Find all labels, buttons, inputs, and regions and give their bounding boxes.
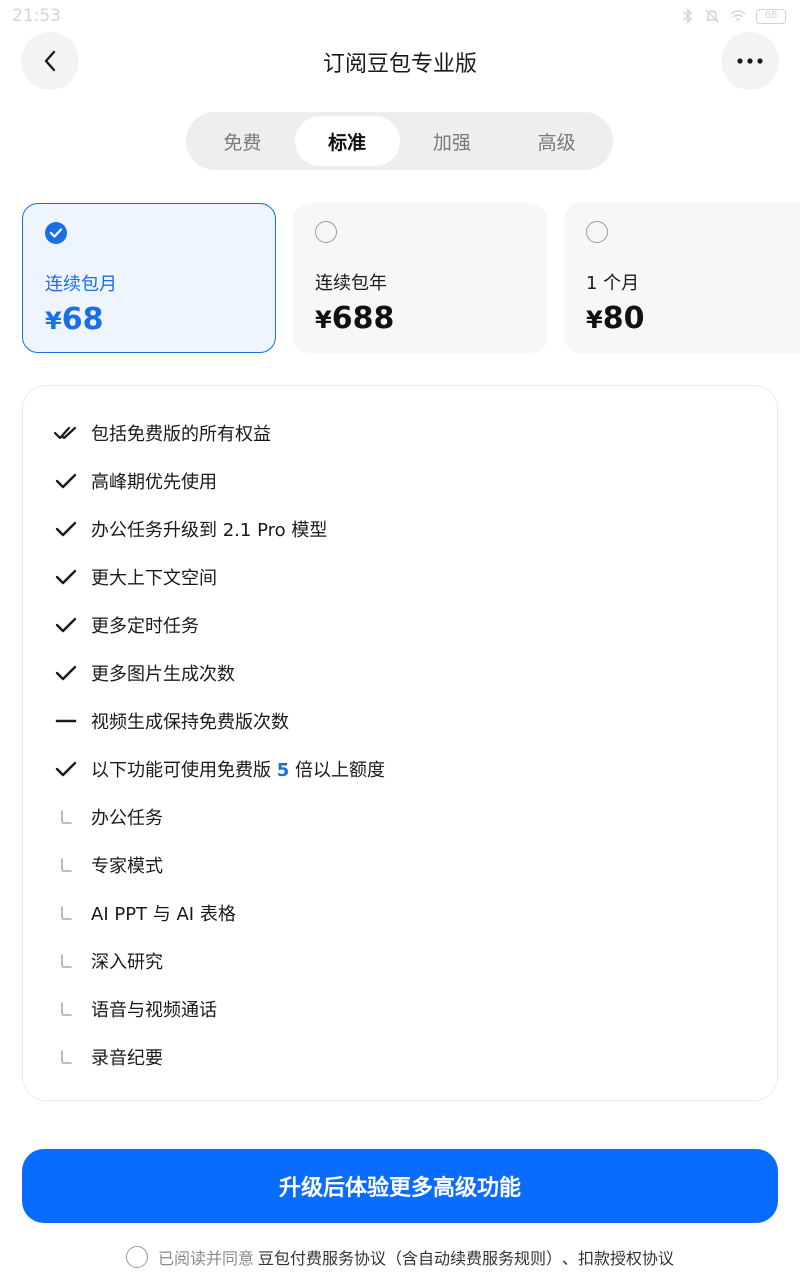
status-icons: 68 <box>682 8 786 24</box>
feature-item: 高峰期优先使用 <box>53 466 217 496</box>
price-value: 688 <box>331 301 395 336</box>
feature-text: 包括免费版的所有权益 <box>91 424 271 445</box>
plan-price: ¥688 <box>315 301 394 336</box>
sub-branch-icon <box>53 900 79 926</box>
plan-card-monthly[interactable]: 连续包月 ¥68 <box>22 203 276 353</box>
tier-tabs: 免费 标准 加强 高级 <box>186 112 613 170</box>
feature-text: 办公任务 <box>91 808 163 829</box>
sub-feature-item: 语音与视频通话 <box>53 994 217 1024</box>
plan-card-one-month[interactable]: 1 个月 ¥80 <box>564 203 800 353</box>
feature-text: 以下功能可使用免费版 5 倍以上额度 <box>91 756 385 782</box>
status-bar: 21:53 68 <box>0 0 800 34</box>
wifi-icon <box>730 10 746 21</box>
tab-standard[interactable]: 标准 <box>294 116 400 166</box>
feature-text: 视频生成保持免费版次数 <box>91 712 289 733</box>
sub-branch-icon <box>53 948 79 974</box>
tab-free[interactable]: 免费 <box>190 116 295 166</box>
agreement-prefix: 已阅读并同意 <box>157 1249 254 1268</box>
check-icon <box>53 660 79 686</box>
radio-checked-icon[interactable] <box>45 222 67 244</box>
plan-name: 连续包月 <box>45 274 117 295</box>
check-icon <box>53 564 79 590</box>
upgrade-button[interactable]: 升级后体验更多高级功能 <box>22 1149 778 1223</box>
plan-price: ¥80 <box>586 301 644 336</box>
plan-name: 连续包年 <box>315 273 387 294</box>
bluetooth-icon <box>683 8 693 24</box>
status-time: 21:53 <box>12 6 61 26</box>
sub-feature-item: AI PPT 与 AI 表格 <box>53 898 236 928</box>
double-check-icon <box>53 420 79 446</box>
radio-unchecked-icon[interactable] <box>586 221 608 243</box>
more-horizontal-icon <box>737 58 763 64</box>
feature-text: 语音与视频通话 <box>91 1000 217 1021</box>
feature-text: 更多定时任务 <box>91 616 199 637</box>
feature-text: 办公任务升级到 2.1 Pro 模型 <box>91 520 328 541</box>
currency-symbol: ¥ <box>315 306 332 334</box>
sub-feature-item: 录音纪要 <box>53 1042 163 1072</box>
agreement-row: 已阅读并同意 豆包付费服务协议（含自动续费服务规则） 、 扣款授权协议 <box>0 1245 800 1269</box>
sub-branch-icon <box>53 996 79 1022</box>
check-icon <box>53 756 79 782</box>
feature-text: 高峰期优先使用 <box>91 472 217 493</box>
mute-icon <box>705 9 719 23</box>
check-icon <box>53 612 79 638</box>
payment-authorization-link[interactable]: 扣款授权协议 <box>578 1245 674 1269</box>
agreement-separator: 、 <box>562 1249 579 1268</box>
sub-feature-item: 专家模式 <box>53 850 163 880</box>
agreement-checkbox[interactable] <box>125 1246 148 1268</box>
more-button[interactable] <box>721 32 779 90</box>
feature-item: 包括免费版的所有权益 <box>53 418 271 448</box>
tab-premium[interactable]: 高级 <box>504 116 609 166</box>
price-value: 80 <box>602 301 645 336</box>
feature-text: 深入研究 <box>91 952 163 973</box>
feature-text-after: 倍以上额度 <box>289 760 385 781</box>
currency-symbol: ¥ <box>586 306 603 334</box>
plan-card-yearly[interactable]: 连续包年 ¥688 <box>293 203 547 353</box>
feature-text: 录音纪要 <box>91 1048 163 1069</box>
sub-feature-item: 深入研究 <box>53 946 163 976</box>
battery-icon: 68 <box>756 8 786 24</box>
feature-item: 更大上下文空间 <box>53 562 217 592</box>
feature-item: 以下功能可使用免费版 5 倍以上额度 <box>53 754 385 784</box>
feature-highlight: 5 <box>276 760 290 781</box>
price-value: 68 <box>61 302 104 337</box>
feature-text: 更大上下文空间 <box>91 568 217 589</box>
feature-item: 办公任务升级到 2.1 Pro 模型 <box>53 514 327 544</box>
dash-icon <box>53 708 79 734</box>
feature-text: AI PPT 与 AI 表格 <box>91 904 236 925</box>
currency-symbol: ¥ <box>45 307 62 335</box>
sub-branch-icon <box>53 1044 79 1070</box>
check-icon <box>53 468 79 494</box>
tab-plus[interactable]: 加强 <box>400 116 505 166</box>
check-icon <box>53 516 79 542</box>
sub-branch-icon <box>53 852 79 878</box>
feature-item: 视频生成保持免费版次数 <box>53 706 289 736</box>
feature-text: 专家模式 <box>91 856 163 877</box>
service-agreement-link[interactable]: 豆包付费服务协议（含自动续费服务规则） <box>258 1245 562 1269</box>
page-title: 订阅豆包专业版 <box>322 52 477 77</box>
feature-list: 包括免费版的所有权益 高峰期优先使用 办公任务升级到 2.1 Pro 模型 更大… <box>22 385 778 1101</box>
radio-unchecked-icon[interactable] <box>315 221 337 243</box>
feature-item: 更多图片生成次数 <box>53 658 235 688</box>
sub-feature-item: 办公任务 <box>53 802 163 832</box>
feature-item: 更多定时任务 <box>53 610 199 640</box>
plan-price: ¥68 <box>45 302 103 337</box>
feature-text: 更多图片生成次数 <box>91 664 235 685</box>
sub-branch-icon <box>53 804 79 830</box>
feature-text-before: 以下功能可使用免费版 <box>91 760 277 781</box>
plan-name: 1 个月 <box>586 273 640 294</box>
